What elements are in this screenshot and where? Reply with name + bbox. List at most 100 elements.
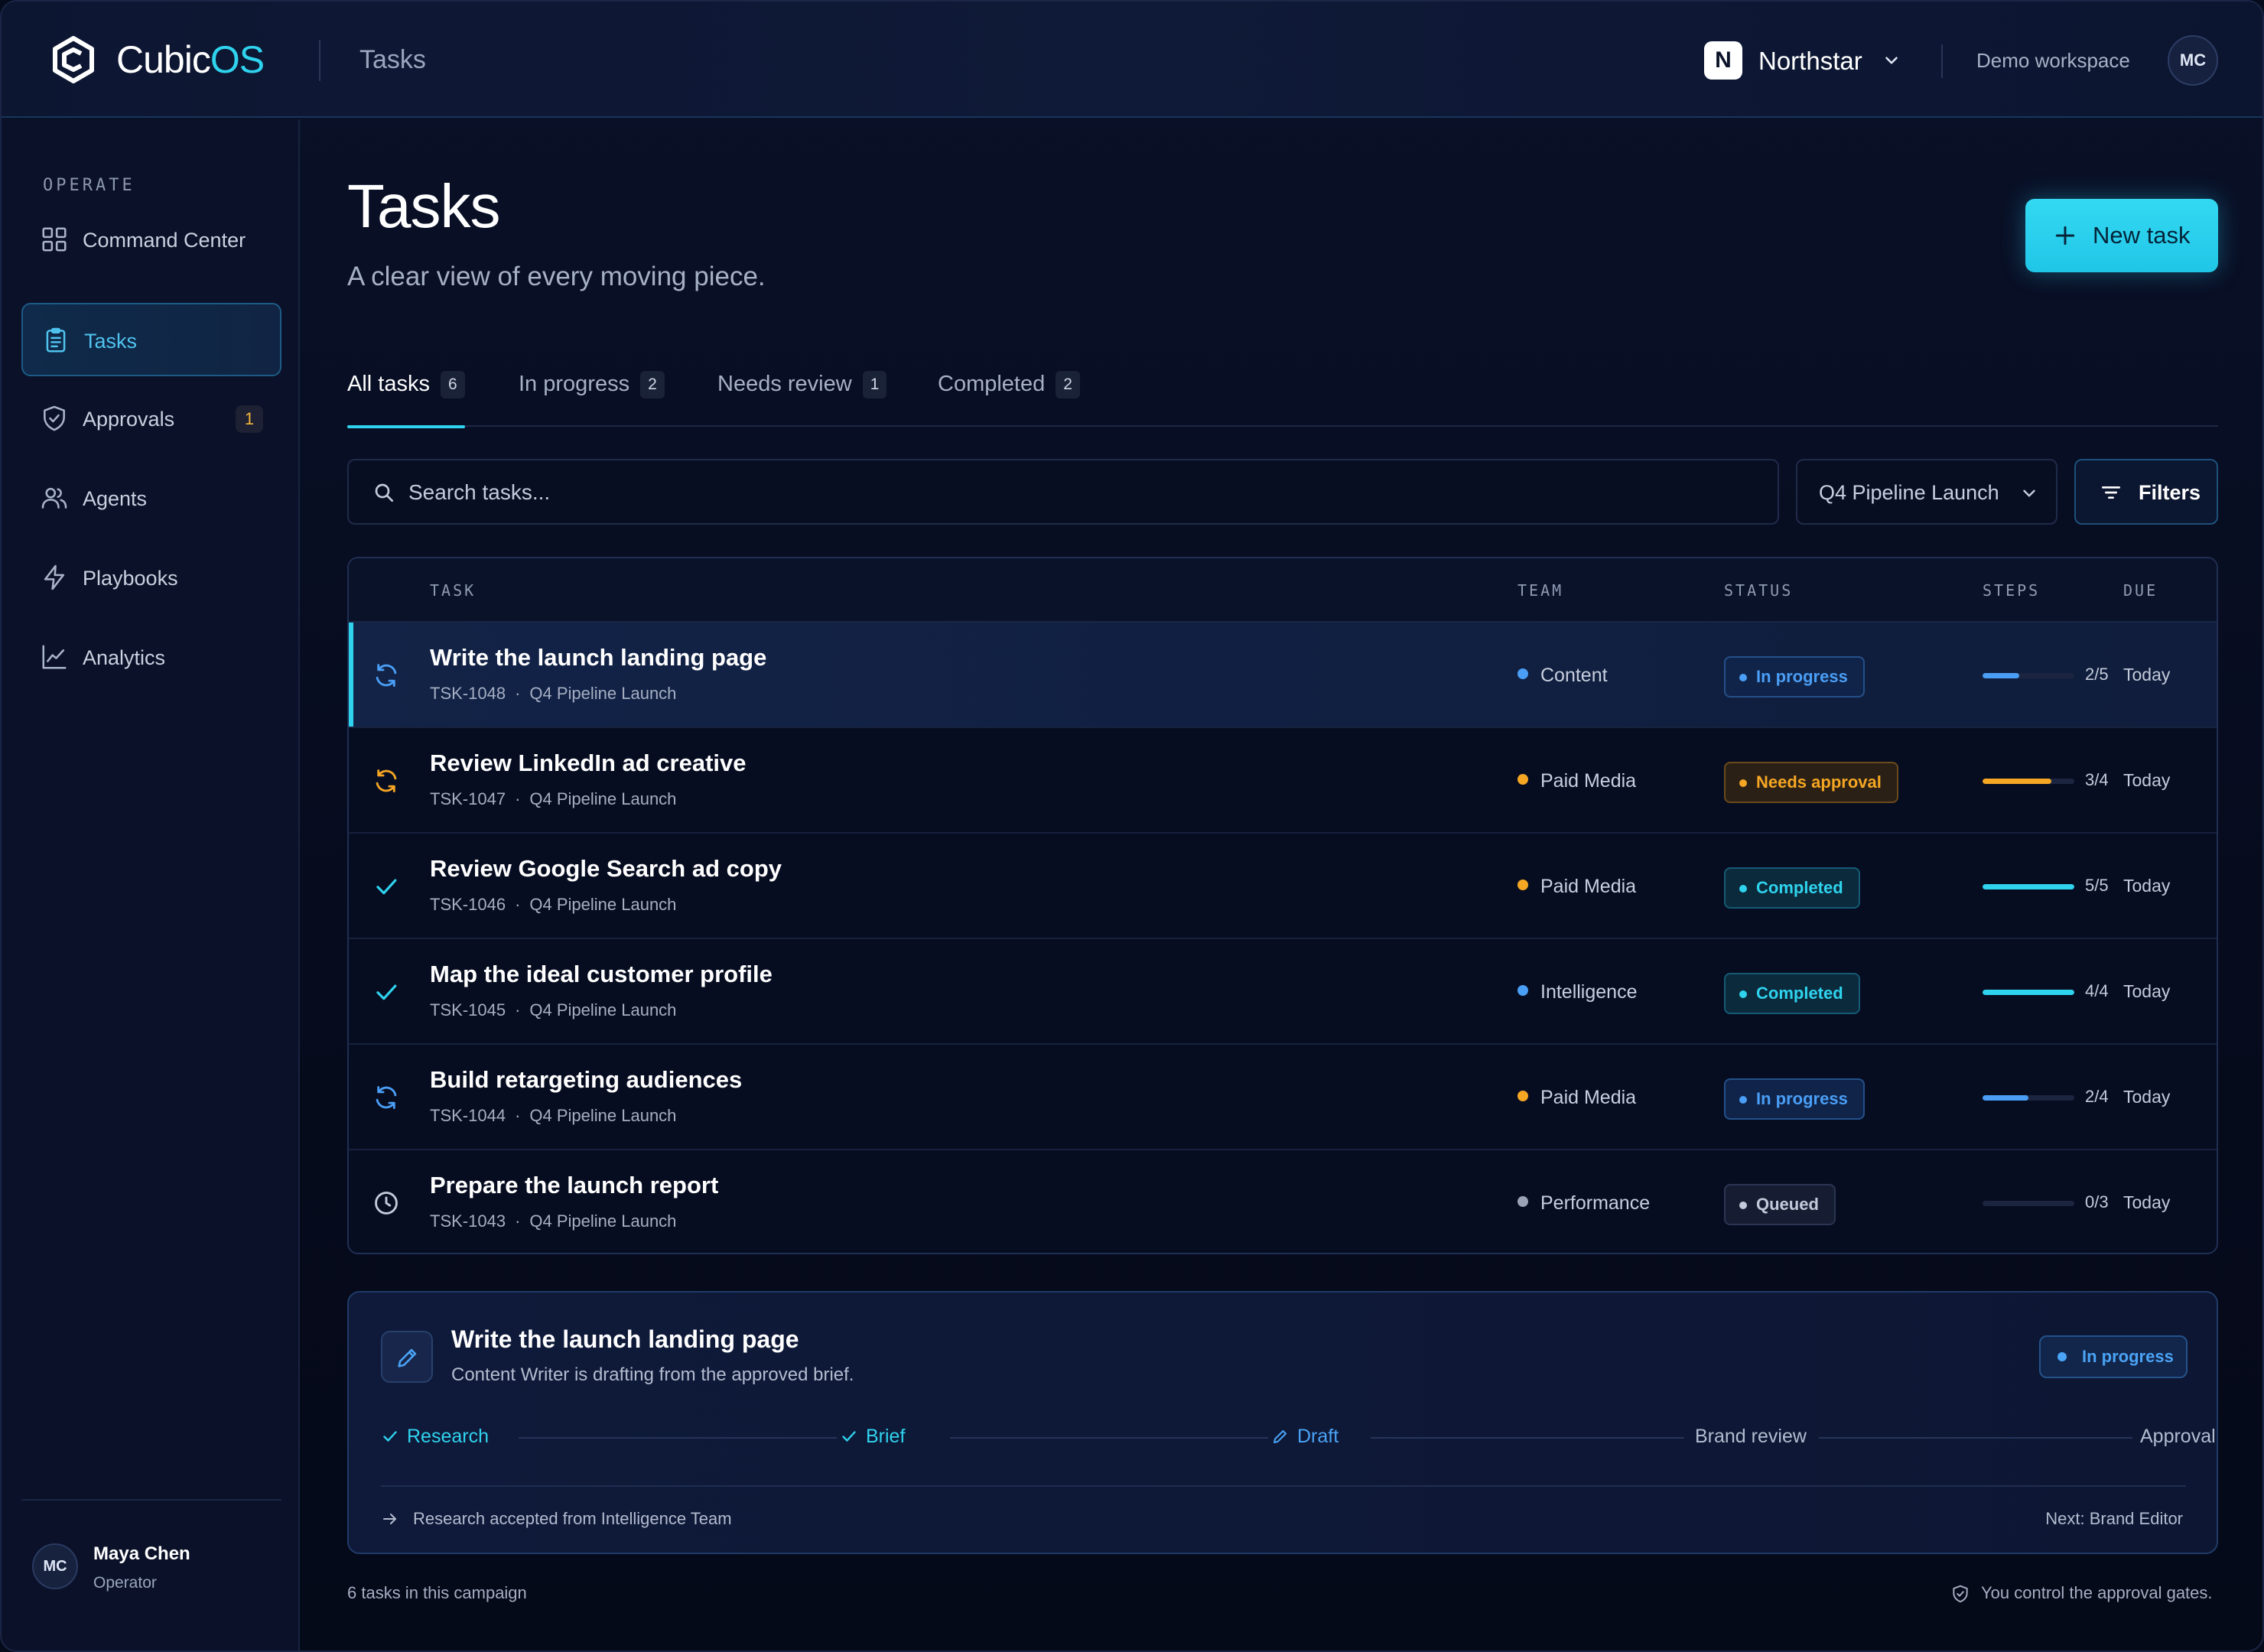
team-label: Content — [1517, 662, 1608, 688]
due-date: Today — [2123, 665, 2171, 685]
task-id: TSK-1044 — [430, 1106, 506, 1125]
sidebar: OPERATE Command Center Tasks Approvals 1… — [2, 119, 300, 1650]
steps-count: 0/3 — [2085, 1192, 2109, 1211]
due-date: Today — [2123, 876, 2171, 896]
table-row[interactable]: Map the ideal customer profile TSK-1045 · Q… — [349, 939, 2217, 1045]
tab-in-progress[interactable]: In progress 2 — [519, 369, 665, 427]
task-meta: TSK-1046 · Q4 Pipeline Launch — [430, 893, 676, 916]
task-id: TSK-1043 — [430, 1211, 506, 1231]
sidebar-item-label: Approvals — [83, 408, 175, 431]
stage-label: Research — [407, 1426, 489, 1447]
table-row[interactable]: Build retargeting audiences TSK-1044 · Q4 P… — [349, 1045, 2217, 1150]
new-task-label: New task — [2093, 222, 2191, 249]
status-badge: Needs approval — [1724, 762, 1898, 803]
check-icon — [383, 1431, 397, 1442]
meta-separator: · — [515, 789, 521, 808]
tab-completed[interactable]: Completed 2 — [938, 369, 1080, 427]
column-header-team[interactable]: TEAM — [1517, 581, 1563, 600]
stage-connector — [950, 1437, 1268, 1439]
team-label: Intelligence — [1517, 979, 1637, 1005]
user-avatar[interactable]: MC — [2168, 35, 2218, 86]
pencil-icon — [398, 1348, 417, 1367]
sidebar-item-agents[interactable]: Agents — [21, 462, 281, 535]
stage-draft[interactable]: Draft — [1271, 1421, 1339, 1452]
status-badge: In progress — [1724, 1078, 1865, 1120]
task-detail-card[interactable]: Write the launch landing page Content Wr… — [347, 1291, 2218, 1554]
bolt-icon — [44, 564, 65, 590]
task-meta: TSK-1043 · Q4 Pipeline Launch — [430, 1210, 676, 1233]
stage-label: Approval — [2140, 1426, 2216, 1447]
check-icon — [842, 1431, 856, 1442]
sidebar-section-label: OPERATE — [43, 176, 135, 195]
detail-status-badge: In progress — [2039, 1335, 2188, 1378]
chevron-down-icon[interactable] — [1882, 50, 1901, 70]
sidebar-user-role: Operator — [93, 1574, 157, 1592]
page-title: Tasks — [347, 172, 500, 240]
stage-approval[interactable]: Approval — [2140, 1421, 2216, 1452]
workspace-switcher[interactable]: Northstar — [1758, 46, 1862, 76]
brand-logo[interactable]: CubicOS — [116, 37, 265, 83]
sidebar-item-command-center[interactable]: Command Center — [21, 203, 281, 277]
tab-all-tasks[interactable]: All tasks 6 — [347, 369, 465, 428]
meta-separator: · — [515, 895, 521, 914]
users-icon — [41, 487, 67, 509]
sidebar-item-approvals[interactable]: Approvals 1 — [21, 382, 281, 456]
stage-label: Brief — [866, 1426, 906, 1447]
sidebar-item-tasks[interactable]: Tasks — [21, 303, 281, 376]
table-row[interactable]: Review Google Search ad copy TSK-1046 · Q4 … — [349, 834, 2217, 939]
header-divider — [319, 40, 320, 81]
due-date: Today — [2123, 981, 2171, 1001]
team-label: Paid Media — [1517, 1085, 1636, 1111]
column-header-task[interactable]: TASK — [430, 581, 476, 600]
search-input[interactable] — [408, 474, 1755, 511]
tab-needs-review[interactable]: Needs review 1 — [717, 369, 887, 427]
stage-connector — [1371, 1437, 1684, 1439]
task-id: TSK-1045 — [430, 1000, 506, 1019]
top-header: CubicOS Tasks N Northstar Demo workspace… — [2, 2, 2262, 118]
clipboard-icon — [46, 327, 66, 353]
campaign-select-value: Q4 Pipeline Launch — [1819, 481, 1999, 504]
task-meta: TSK-1047 · Q4 Pipeline Launch — [430, 788, 676, 811]
table-row[interactable]: Write the launch landing page TSK-1048 · Q4… — [349, 623, 2217, 728]
sidebar-item-label: Playbooks — [83, 567, 178, 590]
campaign-select[interactable]: Q4 Pipeline Launch — [1796, 459, 2057, 525]
workspace-badge[interactable]: N — [1704, 41, 1742, 80]
logo-text-os: OS — [210, 38, 265, 81]
stage-connector — [519, 1437, 837, 1439]
app-window: CubicOS Tasks N Northstar Demo workspace… — [0, 0, 2264, 1652]
chevron-down-icon — [2023, 489, 2035, 497]
new-task-button[interactable]: New task — [2025, 199, 2218, 272]
table-row[interactable]: Prepare the launch report TSK-1043 · Q4 Pip… — [349, 1150, 2217, 1253]
approval-gates-note: You control the approval gates. — [1981, 1583, 2213, 1602]
column-header-steps[interactable]: STEPS — [1983, 581, 2040, 600]
task-title: Review Google Search ad copy — [430, 855, 782, 882]
search-icon — [375, 483, 393, 502]
demo-workspace-label: Demo workspace — [1976, 49, 2130, 72]
column-header-due[interactable]: DUE — [2123, 581, 2158, 600]
task-meta: TSK-1048 · Q4 Pipeline Launch — [430, 682, 676, 705]
column-header-status[interactable]: STATUS — [1724, 581, 1793, 600]
stage-label: Draft — [1297, 1426, 1339, 1447]
filter-icon — [2102, 486, 2120, 499]
sidebar-item-playbooks[interactable]: Playbooks — [21, 541, 281, 615]
sidebar-user-avatar[interactable]: MC — [32, 1543, 78, 1589]
stage-brief[interactable]: Brief — [840, 1421, 905, 1452]
steps-progress-bar — [1983, 1095, 2074, 1101]
stage-research[interactable]: Research — [381, 1421, 489, 1452]
shield-check-icon — [44, 405, 65, 431]
steps-progress-bar — [1983, 1201, 2074, 1206]
task-campaign: Q4 Pipeline Launch — [529, 895, 677, 914]
filters-button[interactable]: Filters — [2074, 459, 2218, 525]
task-title: Prepare the launch report — [430, 1172, 719, 1198]
steps-progress-fill — [1983, 884, 2074, 889]
sidebar-item-analytics[interactable]: Analytics — [21, 621, 281, 694]
task-campaign: Q4 Pipeline Launch — [529, 1106, 677, 1125]
status-badge: Queued — [1724, 1184, 1836, 1225]
stage-brand-review[interactable]: Brand review — [1695, 1421, 1807, 1452]
due-date: Today — [2123, 1087, 2171, 1107]
table-row[interactable]: Review LinkedIn ad creative TSK-1047 · Q4 P… — [349, 728, 2217, 834]
pencil-icon — [1274, 1430, 1287, 1443]
meta-separator: · — [515, 1106, 521, 1125]
steps-count: 3/4 — [2085, 770, 2109, 789]
task-campaign: Q4 Pipeline Launch — [529, 684, 677, 703]
